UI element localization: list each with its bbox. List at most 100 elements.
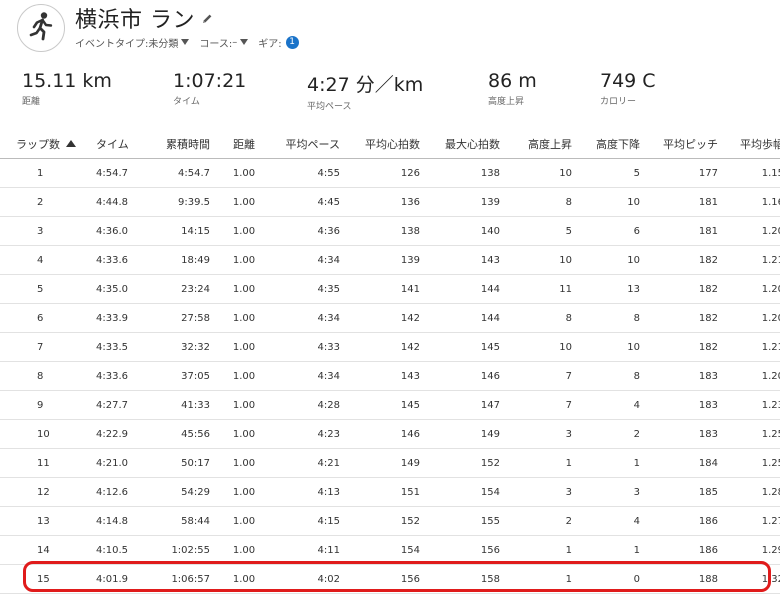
- column-header-distance[interactable]: 距離: [218, 130, 270, 159]
- activity-title[interactable]: 横浜市 ラン: [75, 2, 195, 34]
- cell-elevation-gain: 5: [508, 216, 580, 246]
- pencil-icon[interactable]: [201, 10, 213, 29]
- column-header-avg-stride[interactable]: 平均歩幅: [726, 130, 780, 159]
- column-header-avg-pace[interactable]: 平均ペース: [270, 130, 348, 159]
- cell-time: 4:35.0: [88, 274, 134, 304]
- cell-lap: 3: [0, 216, 88, 246]
- column-header-time[interactable]: タイム: [88, 130, 134, 159]
- cell-cumulative-time: 41:33: [134, 390, 218, 420]
- table-row: 64:33.927:581.004:34142144881821.20: [0, 303, 780, 333]
- cell-avg-cadence: 182: [648, 245, 726, 275]
- cell-avg-hr: 139: [348, 245, 428, 275]
- cell-max-hr: 144: [428, 303, 508, 333]
- stat-value: 86 m: [488, 70, 537, 92]
- stat-value: 15.11 km: [22, 70, 112, 92]
- column-header-elevation-loss[interactable]: 高度下降: [580, 130, 648, 159]
- activity-type-avatar: [17, 4, 65, 52]
- cell-elevation-gain: 1: [508, 535, 580, 565]
- cell-avg-stride: 1.25: [726, 448, 780, 478]
- stat-value: 4:27 分／km: [307, 74, 424, 96]
- cell-avg-hr: 143: [348, 361, 428, 391]
- column-header-avg-hr[interactable]: 平均心拍数: [348, 130, 428, 159]
- cell-elevation-gain: 11: [508, 274, 580, 304]
- cell-time: 4:10.5: [88, 535, 134, 565]
- cell-time: 4:21.0: [88, 448, 134, 478]
- table-row: 54:35.023:241.004:3514114411131821.20: [0, 274, 780, 304]
- cell-avg-stride: 1.32: [726, 564, 780, 594]
- laps-table: ラップ数 タイム 累積時間 距離 平均ペース 平均心拍数 最大心拍数 高度上昇 …: [0, 130, 780, 594]
- cell-avg-pace: 4:21: [270, 448, 348, 478]
- cell-cumulative-time: 18:49: [134, 245, 218, 275]
- event-type-dropdown[interactable]: イベントタイプ: 未分類: [75, 35, 190, 50]
- cell-avg-hr: 154: [348, 535, 428, 565]
- cell-cumulative-time: 58:44: [134, 506, 218, 536]
- course-dropdown[interactable]: コース: –: [199, 35, 249, 50]
- cell-elevation-gain: 3: [508, 477, 580, 507]
- cell-avg-stride: 1.23: [726, 390, 780, 420]
- table-row: 114:21.050:171.004:21149152111841.25: [0, 448, 780, 478]
- cell-lap: 7: [0, 332, 88, 362]
- cell-cumulative-time: 4:54.7: [134, 158, 218, 188]
- cell-avg-stride: 1.20: [726, 361, 780, 391]
- column-header-max-hr[interactable]: 最大心拍数: [428, 130, 508, 159]
- column-header-avg-cadence[interactable]: 平均ピッチ: [648, 130, 726, 159]
- cell-avg-hr: 145: [348, 390, 428, 420]
- cell-avg-pace: 4:13: [270, 477, 348, 507]
- cell-avg-hr: 126: [348, 158, 428, 188]
- gear-selector[interactable]: ギア: 1: [258, 35, 299, 50]
- cell-max-hr: 146: [428, 361, 508, 391]
- cell-avg-hr: 136: [348, 187, 428, 217]
- cell-elevation-loss: 8: [580, 303, 648, 333]
- cell-distance: 1.00: [218, 245, 270, 275]
- table-row: 34:36.014:151.004:36138140561811.20: [0, 216, 780, 246]
- cell-elevation-gain: 3: [508, 419, 580, 449]
- cell-avg-cadence: 188: [648, 564, 726, 594]
- cell-avg-cadence: 183: [648, 361, 726, 391]
- cell-avg-hr: 151: [348, 477, 428, 507]
- cell-lap: 13: [0, 506, 88, 536]
- cell-lap: 8: [0, 361, 88, 391]
- cell-cumulative-time: 37:05: [134, 361, 218, 391]
- cell-avg-hr: 142: [348, 332, 428, 362]
- cell-elevation-loss: 8: [580, 361, 648, 391]
- cell-elevation-gain: 1: [508, 448, 580, 478]
- table-row: 14:54.74:54.71.004:551261381051771.15: [0, 158, 780, 188]
- cell-distance: 1.00: [218, 390, 270, 420]
- cell-lap: 5: [0, 274, 88, 304]
- stat-distance: 15.11 km 距離: [22, 70, 112, 107]
- cell-max-hr: 152: [428, 448, 508, 478]
- running-person-icon: [27, 11, 55, 45]
- cell-elevation-gain: 8: [508, 303, 580, 333]
- cell-distance: 1.00: [218, 564, 270, 594]
- stat-label: 高度上昇: [488, 97, 525, 107]
- cell-time: 4:36.0: [88, 216, 134, 246]
- course-value: –: [232, 36, 238, 48]
- cell-time: 4:33.6: [88, 361, 134, 391]
- column-header-cumulative-time[interactable]: 累積時間: [134, 130, 218, 159]
- chevron-down-icon: [181, 39, 190, 45]
- cell-cumulative-time: 23:24: [134, 274, 218, 304]
- column-header-elevation-gain[interactable]: 高度上昇: [508, 130, 580, 159]
- cell-time: 4:27.7: [88, 390, 134, 420]
- laps-table-body: 14:54.74:54.71.004:551261381051771.1524:…: [0, 158, 780, 594]
- cell-avg-stride: 1.29: [726, 535, 780, 565]
- stat-avg-pace: 4:27 分／km 平均ペース: [307, 70, 423, 112]
- cell-avg-hr: 152: [348, 506, 428, 536]
- cell-cumulative-time: 27:58: [134, 303, 218, 333]
- cell-cumulative-time: 14:15: [134, 216, 218, 246]
- activity-header: 横浜市 ラン イベントタイプ: 未分類 コース: – ギア: 1: [0, 0, 780, 64]
- cell-max-hr: 156: [428, 535, 508, 565]
- cell-elevation-loss: 5: [580, 158, 648, 188]
- summary-stats: 15.11 km 距離 1:07:21 タイム 4:27 分／km 平均ペース …: [0, 70, 780, 114]
- stat-value: 1:07:21: [173, 70, 247, 92]
- cell-avg-pace: 4:34: [270, 245, 348, 275]
- cell-max-hr: 154: [428, 477, 508, 507]
- cell-avg-stride: 1.28: [726, 477, 780, 507]
- cell-avg-stride: 1.21: [726, 245, 780, 275]
- cell-elevation-gain: 1: [508, 564, 580, 594]
- cell-elevation-loss: 4: [580, 506, 648, 536]
- cell-max-hr: 147: [428, 390, 508, 420]
- cell-lap: 15: [0, 564, 88, 594]
- column-header-lap[interactable]: ラップ数: [0, 130, 88, 159]
- stat-time: 1:07:21 タイム: [173, 70, 246, 107]
